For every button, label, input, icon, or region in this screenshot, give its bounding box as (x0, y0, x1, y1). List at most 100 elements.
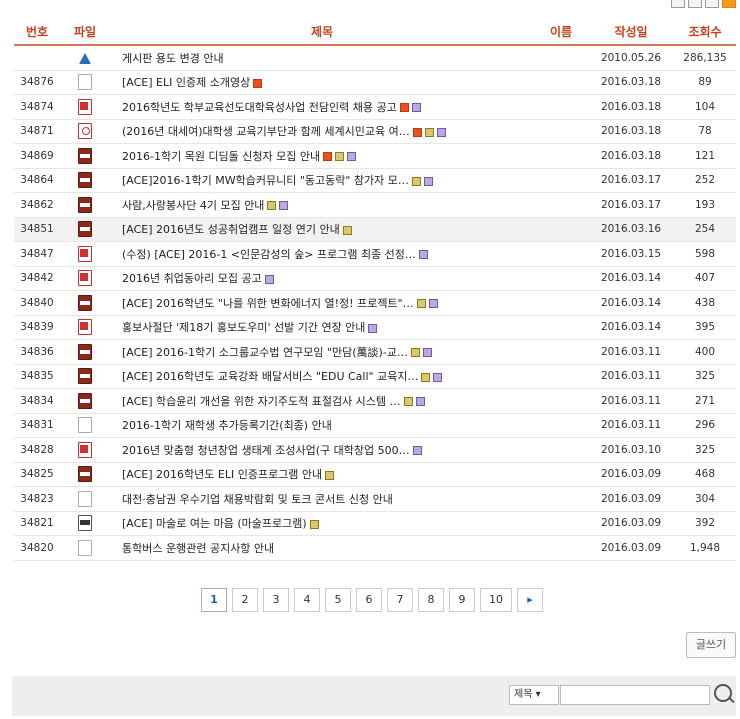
document-icon[interactable] (78, 539, 92, 556)
table-row[interactable]: 34828 2016년 맞춤형 청년창업 생태계 조성사업(구 대학창업 500…… (14, 437, 736, 463)
page-link-4[interactable]: 4 (294, 588, 320, 612)
row-title-link[interactable]: 2016-1학기 재학생 추가등록기간(최종) 안내 (122, 419, 332, 432)
table-row[interactable]: 34847 (수정) [ACE] 2016-1 <인문감성의 숲> 프로그램 최종… (14, 241, 736, 267)
row-title-link[interactable]: [ACE] 2016학년도 "나를 위한 변화에너지 열!정! 프로젝트"… (122, 297, 414, 310)
hwp-attach-icon[interactable] (418, 250, 428, 260)
row-title-link[interactable]: [ACE] 2016학년도 ELI 인증프로그램 안내 (122, 468, 322, 481)
jpg-file-icon[interactable] (78, 196, 92, 213)
row-title-link[interactable]: (2016년 대세여)대학생 교육기부단과 함께 세계시민교육 여… (122, 125, 410, 138)
table-row[interactable]: 34825 [ACE] 2016학년도 ELI 인증프로그램 안내 2016.03.… (14, 462, 736, 487)
list-view-icon[interactable] (671, 0, 685, 8)
row-title-link[interactable]: [ACE] 학습윤리 개선을 위한 자기주도적 표절검사 시스템 … (122, 395, 401, 408)
image-attach-icon[interactable] (335, 152, 345, 162)
hwp-attach-icon[interactable] (433, 372, 443, 382)
row-title-link[interactable]: 통학버스 운행관련 공지사항 안내 (122, 542, 274, 555)
search-field-select[interactable]: 제목 ▾ (509, 685, 559, 705)
image-attach-icon[interactable] (411, 176, 421, 186)
ppt-file-icon[interactable] (78, 319, 92, 336)
jpg-file-icon[interactable] (78, 368, 92, 385)
page-link-8[interactable]: 8 (418, 588, 444, 612)
image-attach-icon[interactable] (267, 201, 277, 211)
row-title-link[interactable]: [ACE] 마술로 여는 마음 (마술프로그램) (122, 517, 307, 530)
page-link-3[interactable]: 3 (263, 588, 289, 612)
row-title-link[interactable]: (수정) [ACE] 2016-1 <인문감성의 숲> 프로그램 최종 선정… (122, 248, 416, 261)
page-link-7[interactable]: 7 (387, 588, 413, 612)
next-page-icon[interactable]: ▸ (517, 588, 543, 612)
row-title-link[interactable]: [ACE] ELI 인증제 소개영상 (122, 76, 250, 89)
jpg-file-icon[interactable] (78, 392, 92, 409)
warning-icon[interactable] (79, 52, 91, 64)
pdf-file-icon[interactable] (78, 123, 92, 140)
search-icon[interactable] (714, 684, 732, 702)
hwp-attach-icon[interactable] (428, 299, 438, 309)
hwp-attach-icon[interactable] (264, 274, 274, 284)
row-title-link[interactable]: [ACE] 2016년도 성공취업캠프 일정 연기 안내 (122, 223, 340, 236)
row-title-link[interactable]: [ACE] 2016-1학기 소그룹교수법 연구모임 "만담(萬談)-교… (122, 346, 408, 359)
image-attach-icon[interactable] (325, 470, 335, 480)
image-attach-icon[interactable] (410, 348, 420, 358)
image-attach-icon[interactable] (309, 519, 319, 529)
table-row[interactable]: 34839 홍보사절단 '제18기 홍보도우미' 선발 기간 연장 안내 2016.… (14, 315, 736, 340)
table-row[interactable]: 34874 2016학년도 학부교육선도대학육성사업 전담인력 채용 공고 2016… (14, 94, 736, 120)
hwp-attach-icon[interactable] (368, 323, 378, 333)
page-link-5[interactable]: 5 (325, 588, 351, 612)
page-link-2[interactable]: 2 (232, 588, 258, 612)
hwp-attach-icon[interactable] (412, 446, 422, 456)
table-row[interactable]: 34876 [ACE] ELI 인증제 소개영상 2016.03.18 89 (14, 70, 736, 95)
table-row[interactable]: 34871 (2016년 대세여)대학생 교육기부단과 함께 세계시민교육 여… 2… (14, 119, 736, 144)
hwp-attach-icon[interactable] (411, 103, 421, 113)
page-link-6[interactable]: 6 (356, 588, 382, 612)
table-row[interactable]: 34835 [ACE] 2016학년도 교육강좌 배달서비스 "EDU Call"… (14, 364, 736, 389)
table-row[interactable]: 34864 [ACE]2016-1학기 MW학습커뮤니티 "동고동락" 참가자 모… (14, 168, 736, 193)
table-row[interactable]: 34821 [ACE] 마술로 여는 마음 (마술프로그램) 2016.03.09 3… (14, 511, 736, 536)
page-link-1[interactable]: 1 (201, 588, 227, 612)
document-icon[interactable] (78, 490, 92, 507)
jpg-file-icon[interactable] (78, 172, 92, 189)
document-icon[interactable] (78, 74, 92, 91)
hwp-attach-icon[interactable] (423, 176, 433, 186)
page-link-10[interactable]: 10 (480, 588, 512, 612)
write-button[interactable]: 글쓰기 (686, 632, 736, 658)
thumb-view-icon[interactable] (688, 0, 702, 8)
hwp-attach-icon[interactable] (279, 201, 289, 211)
image-attach-icon[interactable] (424, 127, 434, 137)
table-row[interactable]: 게시판 용도 변경 안내 2010.05.26 286,135 (14, 45, 736, 71)
table-row[interactable]: 34831 2016-1학기 재학생 추가등록기간(최종) 안내 2016.03.1… (14, 413, 736, 438)
ppt-file-icon[interactable] (78, 245, 92, 262)
page-link-9[interactable]: 9 (449, 588, 475, 612)
rss-icon[interactable] (722, 0, 736, 8)
hwp-attach-icon[interactable] (347, 152, 357, 162)
image-attach-icon[interactable] (342, 225, 352, 235)
row-title-link[interactable]: 사람,사랑봉사단 4기 모집 안내 (122, 199, 264, 212)
hwp-attach-icon[interactable] (415, 397, 425, 407)
jpg-file-icon[interactable] (78, 343, 92, 360)
table-row[interactable]: 34851 [ACE] 2016년도 성공취업캠프 일정 연기 안내 2016.03… (14, 217, 736, 242)
hwp-attach-icon[interactable] (422, 348, 432, 358)
table-row[interactable]: 34820 통학버스 운행관련 공지사항 안내 2016.03.09 1,948 (14, 535, 736, 561)
table-row[interactable]: 34836 [ACE] 2016-1학기 소그룹교수법 연구모임 "만담(萬談)-… (14, 339, 736, 365)
row-title-link[interactable]: [ACE]2016-1학기 MW학습커뮤니티 "동고동락" 참가자 모… (122, 174, 409, 187)
table-row[interactable]: 34862 사람,사랑봉사단 4기 모집 안내 2016.03.17 193 (14, 192, 736, 218)
ppt-file-icon[interactable] (78, 98, 92, 115)
hwp-attach-icon[interactable] (436, 127, 446, 137)
image-attach-icon[interactable] (403, 397, 413, 407)
row-title-link[interactable]: 2016년 취업동아리 모집 공고 (122, 272, 262, 285)
ppt-file-icon[interactable] (78, 441, 92, 458)
jpg-file-icon[interactable] (78, 221, 92, 238)
image-attach-icon[interactable] (416, 299, 426, 309)
image-attach-icon[interactable] (421, 372, 431, 382)
table-row[interactable]: 34842 2016년 취업동아리 모집 공고 2016.03.14 407 (14, 266, 736, 291)
row-title-link[interactable]: 2016학년도 학부교육선도대학육성사업 전담인력 채용 공고 (122, 101, 397, 114)
table-row[interactable]: 34869 2016-1학기 목원 디딤돌 신청자 모집 안내 2016.03.18… (14, 143, 736, 169)
ppt-file-icon[interactable] (78, 270, 92, 287)
row-title-link[interactable]: 2016년 맞춤형 청년창업 생태계 조성사업(구 대학창업 500… (122, 444, 410, 457)
jpg-file-icon[interactable] (78, 147, 92, 164)
row-title-link[interactable]: 홍보사절단 '제18기 홍보도우미' 선발 기간 연장 안내 (122, 321, 365, 334)
table-row[interactable]: 34840 [ACE] 2016학년도 "나를 위한 변화에너지 열!정! 프로젝… (14, 290, 736, 316)
jpg-file-icon[interactable] (78, 294, 92, 311)
table-row[interactable]: 34823 대전·충남권 우수기업 채용박람회 및 토크 콘서트 신청 안내 201… (14, 486, 736, 512)
row-title-link[interactable]: 2016-1학기 목원 디딤돌 신청자 모집 안내 (122, 150, 320, 163)
table-row[interactable]: 34834 [ACE] 학습윤리 개선을 위한 자기주도적 표절검사 시스템 … 2… (14, 388, 736, 414)
search-input[interactable] (560, 685, 710, 705)
row-title-link[interactable]: [ACE] 2016학년도 교육강좌 배달서비스 "EDU Call" 교육지… (122, 370, 418, 383)
